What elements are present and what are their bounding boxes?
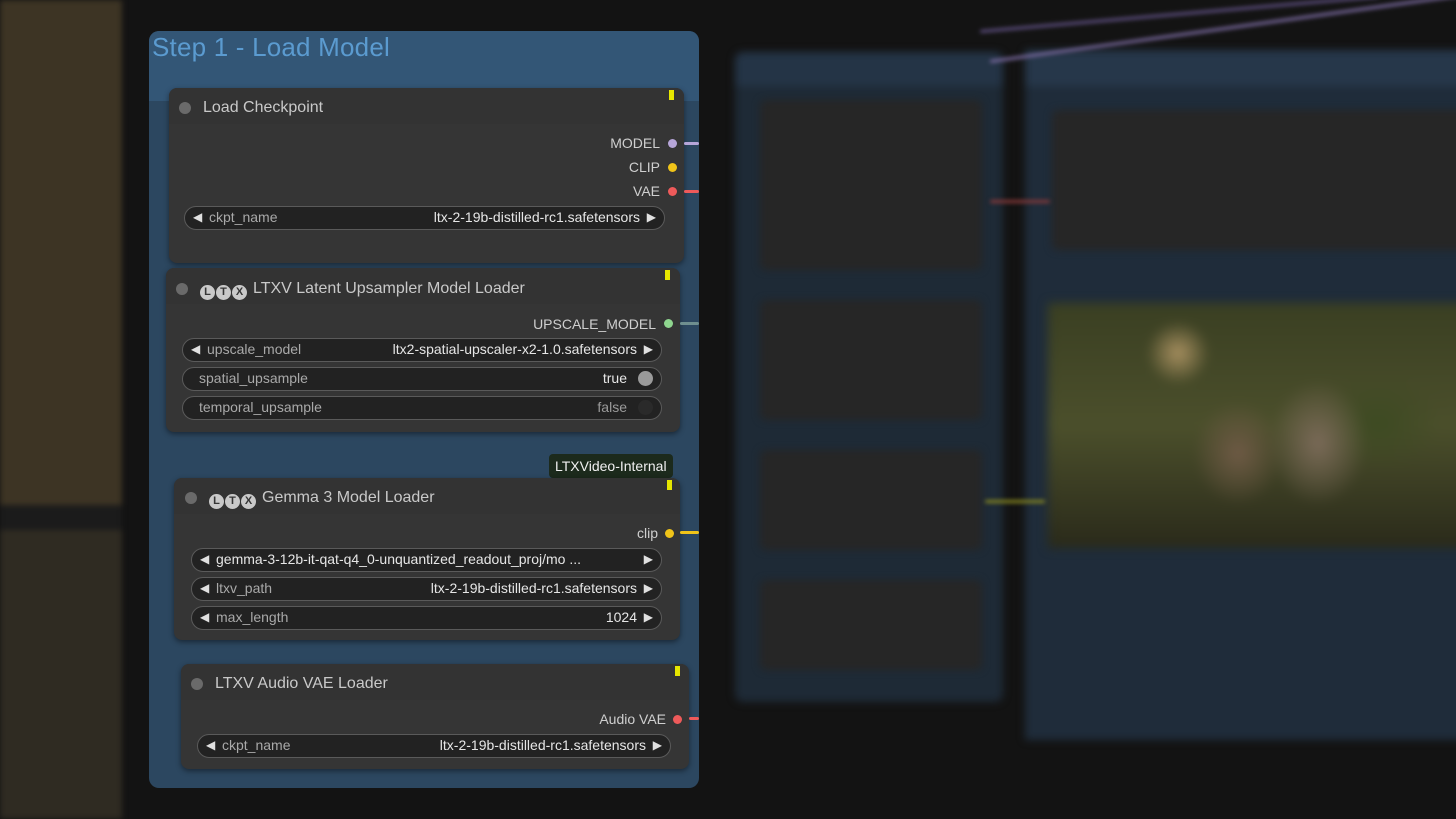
left-arrow-icon[interactable]: ◀	[200, 552, 209, 566]
output-slot-vae[interactable]	[668, 187, 677, 196]
badge-l: L	[209, 494, 224, 509]
left-arrow-icon[interactable]: ◀	[191, 342, 200, 356]
right-arrow-icon[interactable]: ▶	[644, 610, 653, 624]
background-preview-image	[1048, 303, 1456, 548]
node-title: L T X Gemma 3 Model Loader	[209, 489, 435, 509]
status-tick-icon	[675, 666, 680, 676]
badge-l: L	[200, 285, 215, 300]
node-title-text: Gemma 3 Model Loader	[262, 489, 435, 506]
right-arrow-icon[interactable]: ▶	[653, 738, 662, 752]
status-tick-icon	[667, 480, 672, 490]
wire-model	[684, 142, 699, 145]
node-audio-vae-loader[interactable]: LTXV Audio VAE Loader Audio VAE ◀ ckpt_n…	[181, 664, 689, 769]
output-label-upscale-model: UPSCALE_MODEL	[533, 316, 656, 332]
ltx-badge-icon: L T X	[200, 285, 247, 300]
right-arrow-icon[interactable]: ▶	[644, 581, 653, 595]
badge-t: T	[216, 285, 231, 300]
widget-value: ltx-2-19b-distilled-rc1.safetensors	[439, 737, 646, 753]
background-wire	[990, 200, 1050, 203]
widget-name: ckpt_name	[222, 737, 291, 753]
toggle-on-icon[interactable]	[638, 371, 653, 386]
widget-gemma-path[interactable]: ◀ gemma-3-12b-it-qat-q4_0-unquantized_re…	[191, 548, 662, 572]
ltx-badge-icon: L T X	[209, 494, 256, 509]
collapse-dot-icon[interactable]	[176, 283, 188, 295]
node-title: Load Checkpoint	[203, 99, 324, 116]
group-title: Step 1 - Load Model	[152, 32, 390, 62]
badge-x: X	[241, 494, 256, 509]
background-node	[1052, 110, 1456, 250]
node-gemma3-model-loader[interactable]: L T X Gemma 3 Model Loader clip ◀ gemma-…	[174, 478, 680, 640]
widget-name: ltxv_path	[216, 580, 273, 596]
output-slot-clip[interactable]	[665, 529, 674, 538]
left-arrow-icon[interactable]: ◀	[200, 610, 209, 624]
status-tick-icon	[669, 90, 674, 100]
wire-audio-vae	[689, 717, 699, 720]
output-label-clip: clip	[636, 525, 658, 541]
widget-value: ltx-2-19b-distilled-rc1.safetensors	[430, 580, 637, 596]
background-node	[760, 300, 982, 420]
status-tick-icon	[665, 270, 670, 280]
output-label-clip: CLIP	[628, 159, 660, 175]
widget-value: true	[602, 370, 627, 386]
output-label-model: MODEL	[610, 135, 660, 151]
widget-value: ltx2-spatial-upscaler-x2-1.0.safetensors	[392, 341, 637, 357]
widget-ckpt-name[interactable]: ◀ ckpt_name ltx-2-19b-distilled-rc1.safe…	[184, 206, 665, 230]
widget-name: max_length	[216, 609, 289, 625]
output-slot-model[interactable]	[668, 139, 677, 148]
right-arrow-icon[interactable]: ▶	[647, 210, 656, 224]
widget-spatial-upsample-toggle[interactable]: spatial_upsample true	[182, 367, 662, 391]
right-arrow-icon[interactable]: ▶	[644, 552, 653, 566]
node-title: LTXV Audio VAE Loader	[215, 675, 388, 692]
collapse-dot-icon[interactable]	[185, 492, 197, 504]
background-panel-left	[0, 0, 122, 819]
widget-value: ltx-2-19b-distilled-rc1.safetensors	[433, 209, 640, 225]
output-label-audio-vae: Audio VAE	[599, 711, 666, 727]
widget-value: false	[597, 399, 627, 415]
toggle-off-icon[interactable]	[638, 400, 653, 415]
widget-name: upscale_model	[207, 341, 302, 357]
widget-temporal-upsample-toggle[interactable]: temporal_upsample false	[182, 396, 662, 420]
background-wire	[985, 500, 1045, 503]
widget-max-length[interactable]: ◀ max_length 1024 ▶	[191, 606, 662, 630]
widget-name: ckpt_name	[209, 209, 278, 225]
wire-vae	[684, 190, 699, 193]
widget-upscale-model[interactable]: ◀ upscale_model ltx2-spatial-upscaler-x2…	[182, 338, 662, 362]
left-arrow-icon[interactable]: ◀	[200, 581, 209, 595]
badge-t: T	[225, 494, 240, 509]
node-title: L T X LTXV Latent Upsampler Model Loader	[200, 280, 525, 300]
widget-value: 1024	[605, 609, 637, 625]
wire-upscale-model	[680, 322, 699, 325]
node-load-checkpoint[interactable]: Load Checkpoint MODEL CLIP VAE ◀ ckpt_na…	[169, 88, 684, 263]
output-slot-upscale-model[interactable]	[664, 319, 673, 328]
background-node	[760, 580, 982, 670]
wire-clip	[680, 531, 699, 534]
widget-value: gemma-3-12b-it-qat-q4_0-unquantized_read…	[216, 551, 581, 567]
right-arrow-icon[interactable]: ▶	[644, 342, 653, 356]
node-tag-label: LTXVideo-Internal	[549, 454, 673, 478]
collapse-dot-icon[interactable]	[191, 678, 203, 690]
badge-x: X	[232, 285, 247, 300]
background-node	[760, 450, 982, 550]
widget-name: spatial_upsample	[199, 370, 308, 386]
collapse-dot-icon[interactable]	[179, 102, 191, 114]
node-title-text: LTXV Latent Upsampler Model Loader	[253, 280, 525, 297]
output-slot-clip[interactable]	[668, 163, 677, 172]
background-node	[760, 100, 982, 270]
widget-ckpt-name[interactable]: ◀ ckpt_name ltx-2-19b-distilled-rc1.safe…	[197, 734, 671, 758]
left-arrow-icon[interactable]: ◀	[193, 210, 202, 224]
left-arrow-icon[interactable]: ◀	[206, 738, 215, 752]
node-latent-upsampler-loader[interactable]: L T X LTXV Latent Upsampler Model Loader…	[166, 268, 680, 432]
widget-ltxv-path[interactable]: ◀ ltxv_path ltx-2-19b-distilled-rc1.safe…	[191, 577, 662, 601]
output-slot-audio-vae[interactable]	[673, 715, 682, 724]
widget-name: temporal_upsample	[199, 399, 322, 415]
output-label-vae: VAE	[633, 183, 660, 199]
